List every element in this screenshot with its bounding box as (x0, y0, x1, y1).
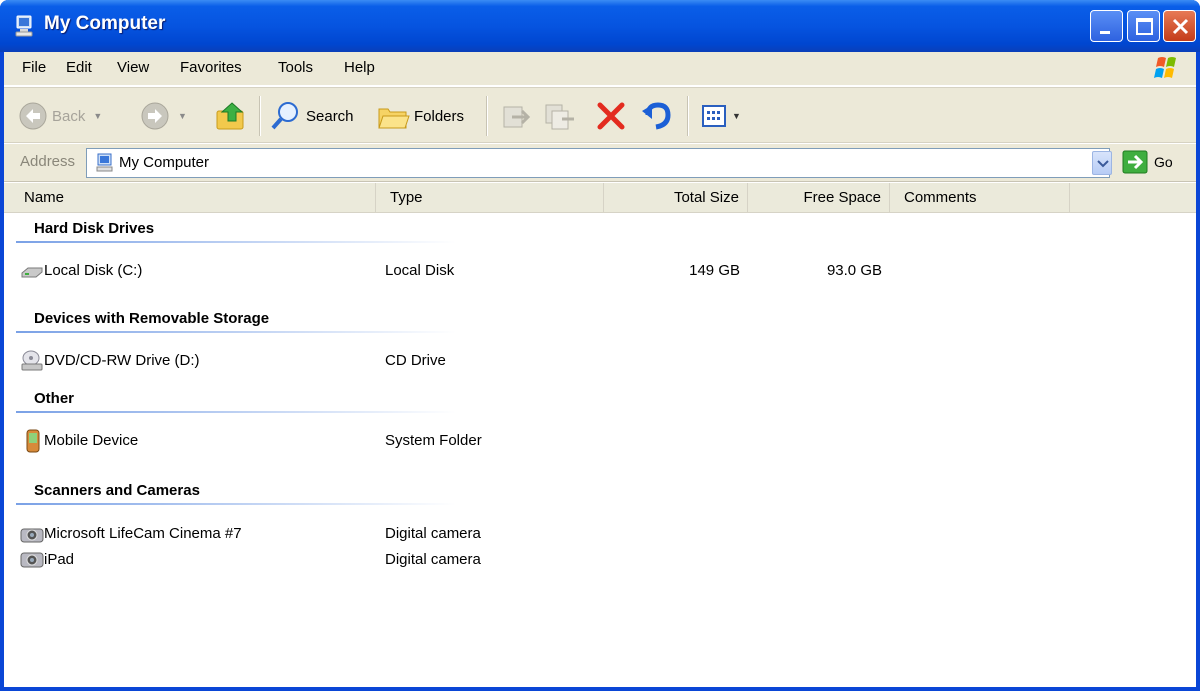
file-list: Hard Disk Drives Local Disk (C:) Local D… (4, 214, 1196, 687)
windows-logo-icon (1154, 57, 1176, 78)
item-name: Microsoft LifeCam Cinema #7 (44, 525, 242, 542)
list-item[interactable]: DVD/CD-RW Drive (D:) CD Drive (4, 349, 1196, 375)
list-item[interactable]: Mobile Device System Folder (4, 429, 1196, 455)
address-label: Address (20, 153, 76, 170)
mobile-device-icon (26, 429, 40, 453)
group-divider (16, 331, 456, 333)
item-total-size: 149 GB (689, 262, 740, 279)
toolbar-separator (687, 96, 689, 136)
minimize-button[interactable] (1090, 10, 1123, 42)
address-value: My Computer (119, 154, 210, 171)
item-type: Digital camera (385, 525, 481, 542)
column-free-space[interactable]: Free Space (748, 183, 890, 213)
cd-drive-icon (21, 350, 43, 371)
menu-help[interactable]: Help (344, 59, 375, 76)
close-icon (1172, 18, 1189, 35)
move-to-icon (503, 106, 531, 128)
menu-edit[interactable]: Edit (66, 59, 92, 76)
group-divider (16, 503, 456, 505)
forward-dropdown-icon[interactable]: ▼ (178, 111, 187, 121)
close-button[interactable] (1163, 10, 1196, 42)
menu-view[interactable]: View (117, 59, 149, 76)
menu-bar: File Edit View Favorites Tools Help (4, 52, 1196, 86)
copy-to-button[interactable] (542, 88, 576, 144)
item-type: Local Disk (385, 262, 455, 279)
group-divider (16, 411, 456, 413)
copy-to-icon (545, 104, 574, 130)
go-button[interactable]: Go (1122, 150, 1173, 174)
group-header[interactable]: Hard Disk Drives (34, 220, 154, 237)
move-to-button[interactable] (498, 88, 532, 144)
views-dropdown-icon[interactable]: ▼ (732, 111, 741, 121)
explorer-window: My Computer File Edit View Favorites Too… (0, 0, 1200, 691)
views-button[interactable]: ▼ (700, 88, 741, 144)
undo-icon (642, 102, 671, 130)
back-button[interactable]: Back ▼ (18, 88, 102, 144)
delete-button[interactable] (594, 88, 628, 144)
group-header[interactable]: Devices with Removable Storage (34, 310, 269, 327)
menu-favorites[interactable]: Favorites (180, 59, 242, 76)
menu-file[interactable]: File (22, 59, 46, 76)
search-label: Search (306, 107, 354, 125)
up-folder-icon (216, 102, 244, 130)
chevron-down-icon (1097, 160, 1109, 168)
back-arrow-icon (19, 102, 47, 130)
toolbar-separator (486, 96, 488, 136)
item-name: Mobile Device (44, 432, 139, 449)
camera-icon (20, 552, 44, 568)
go-arrow-icon (1122, 150, 1148, 174)
window-title: My Computer (44, 13, 166, 34)
go-label: Go (1154, 154, 1173, 170)
address-dropdown-button[interactable] (1092, 151, 1112, 175)
group-header[interactable]: Scanners and Cameras (34, 482, 200, 499)
back-dropdown-icon[interactable]: ▼ (93, 111, 102, 121)
column-total-size[interactable]: Total Size (604, 183, 748, 213)
undo-button[interactable] (640, 88, 674, 144)
camera-icon (20, 528, 44, 543)
folders-icon (378, 108, 410, 129)
group-divider (16, 241, 456, 243)
folders-label: Folders (414, 107, 465, 125)
search-button[interactable]: Search (268, 88, 354, 144)
up-button[interactable] (214, 88, 248, 144)
standard-toolbar: Back ▼ ▼ Search Folders ▼ (4, 87, 1196, 143)
my-computer-icon (15, 15, 33, 37)
column-type[interactable]: Type (376, 183, 604, 213)
views-icon (702, 105, 726, 127)
hard-disk-icon (21, 267, 43, 278)
toolbar-separator (259, 96, 261, 136)
column-header: Name Type Total Size Free Space Comments (4, 183, 1196, 213)
list-item[interactable]: iPad Digital camera (4, 548, 1196, 574)
maximize-icon (1136, 18, 1153, 35)
item-type: Digital camera (385, 551, 481, 568)
list-item[interactable]: Microsoft LifeCam Cinema #7 Digital came… (4, 522, 1196, 548)
my-computer-icon (96, 153, 113, 172)
item-type: System Folder (385, 432, 482, 449)
item-name: Local Disk (C:) (44, 262, 143, 279)
menu-tools[interactable]: Tools (278, 59, 313, 76)
column-name[interactable]: Name (4, 183, 376, 213)
minimize-icon (1100, 31, 1110, 34)
folders-button[interactable]: Folders (376, 88, 464, 144)
maximize-button[interactable] (1127, 10, 1160, 42)
search-icon (271, 102, 298, 130)
list-item[interactable]: Local Disk (C:) Local Disk 149 GB 93.0 G… (4, 259, 1196, 285)
item-free-space: 93.0 GB (826, 262, 882, 279)
item-name: DVD/CD-RW Drive (D:) (44, 352, 200, 369)
title-bar[interactable]: My Computer (0, 0, 1200, 52)
address-input[interactable]: My Computer (86, 148, 1110, 178)
back-label: Back (52, 107, 86, 125)
forward-arrow-icon (141, 102, 169, 130)
column-comments[interactable]: Comments (890, 183, 1070, 213)
item-name: iPad (44, 551, 75, 568)
address-bar: Address My Computer Go (4, 144, 1196, 182)
delete-x-icon (597, 102, 625, 130)
forward-button[interactable]: ▼ (140, 88, 187, 144)
group-header[interactable]: Other (34, 390, 74, 407)
item-type: CD Drive (385, 352, 446, 369)
